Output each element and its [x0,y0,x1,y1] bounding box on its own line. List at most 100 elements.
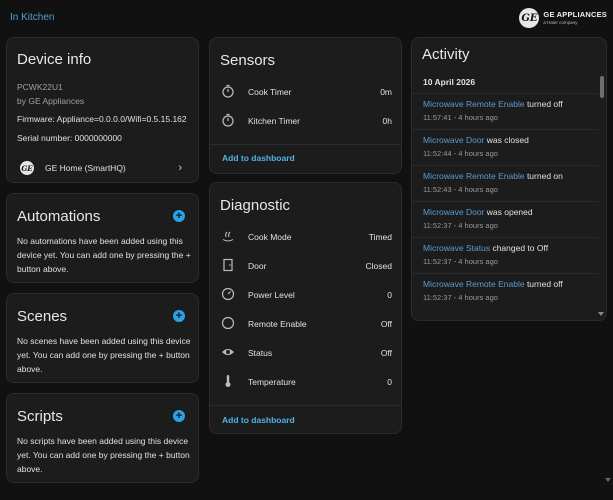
device-manufacturer: by GE Appliances [17,96,85,106]
cook-mode-icon [223,231,233,242]
brand-logo: GE GE APPLIANCES a Haier company [519,8,607,28]
device-serial: Serial number: 0000000000 [17,133,122,143]
diagnostic-value: 0 [387,290,392,300]
diagnostic-value: 0 [387,377,392,387]
integration-link[interactable]: GE GE Home (SmartHQ) › [7,154,198,182]
sensor-row-kitchen-timer[interactable]: Kitchen Timer 0h [210,107,401,135]
diagnostic-row-status[interactable]: Status Off [210,339,401,367]
timer-icon [222,84,234,98]
sensor-row-cook-timer[interactable]: Cook Timer 0m [210,78,401,106]
scenes-card: Scenes + No scenes have been added using… [6,293,199,383]
activity-time: 11:57:41 - 4 hours ago [423,113,498,122]
diagnostic-label: Power Level [248,290,295,300]
circle-icon [221,316,235,330]
activity-action: was opened [484,207,533,217]
door-icon [223,258,233,272]
diagnostic-row-door[interactable]: Door Closed [210,252,401,280]
chevron-right-icon: › [178,162,182,174]
activity-entity-link[interactable]: Microwave Remote Enable [423,279,525,289]
scenes-empty-text: No scenes have been added using this dev… [17,336,191,374]
sensors-title: Sensors [220,52,276,69]
integration-label: GE Home (SmartHQ) [45,163,126,173]
sensor-label: Kitchen Timer [248,116,300,126]
activity-entity-link[interactable]: Microwave Door [423,135,484,145]
activity-entity-link[interactable]: Microwave Remote Enable [423,171,525,181]
diagnostic-value: Closed [365,261,392,271]
diagnostic-title: Diagnostic [220,197,291,214]
diagnostic-label: Status [248,348,273,358]
activity-title: Activity [422,46,470,63]
activity-time: 11:52:37 - 4 hours ago [423,293,498,302]
scrollbar-thumb[interactable] [600,76,604,98]
device-info-title: Device info [17,51,92,68]
activity-item: Microwave Remote Enable turned off 11:52… [412,273,598,309]
activity-date: 10 April 2026 [423,77,476,87]
diagnostic-row-cook-mode[interactable]: Cook Mode Timed [210,223,401,251]
ge-logo-icon: GE [519,8,540,28]
ge-logo-icon: GE [20,161,34,175]
add-automation-button[interactable]: + [173,210,185,222]
device-model: PCWK22U1 [17,82,63,92]
activity-time: 11:52:44 - 4 hours ago [423,149,498,158]
device-firmware: Firmware: Appliance=0.0.0.0/Wifi=0.5.15.… [17,114,187,124]
diagnostic-label: Remote Enable [248,319,307,329]
activity-time: 11:52:37 - 4 hours ago [423,221,498,230]
scripts-card: Scripts + No scripts have been added usi… [6,393,199,483]
diagnostic-value: Off [380,348,392,358]
diagnostic-value: Off [380,319,392,329]
device-info-card: Device info PCWK22U1 by GE Appliances Fi… [6,37,199,183]
diagnostic-row-remote-enable[interactable]: Remote Enable Off [210,310,401,338]
diagnostic-row-power-level[interactable]: Power Level 0 [210,281,401,309]
automations-empty-text: No automations have been added using thi… [17,236,191,274]
diagnostic-card: Diagnostic Cook Mode Timed Door Closed P… [209,182,402,434]
sensors-card: Sensors Cook Timer 0m Kitchen Timer 0h A… [209,37,402,174]
scenes-title: Scenes [17,308,68,325]
sensors-add-to-dashboard-button[interactable]: Add to dashboard [222,153,295,163]
activity-item: Microwave Door was opened 11:52:37 - 4 h… [412,201,598,237]
scroll-down-arrow-icon[interactable] [598,312,604,316]
activity-time: 11:52:43 - 4 hours ago [423,185,498,194]
activity-time: 11:52:37 - 4 hours ago [423,257,498,266]
activity-entity-link[interactable]: Microwave Door [423,207,484,217]
scripts-title: Scripts [17,408,63,425]
eye-icon [222,349,234,355]
sensor-label: Cook Timer [248,87,292,97]
activity-action: changed to Off [490,243,549,253]
divider [210,144,401,145]
activity-action: turned off [524,279,563,289]
top-bar: In Kitchen GE GE APPLIANCES a Haier comp… [0,0,613,36]
activity-item: Microwave Remote Enable turned off 11:57… [412,93,598,129]
brand-subtitle: a Haier company [543,19,578,25]
activity-item: Microwave Remote Enable turned on 11:52:… [412,165,598,201]
diagnostic-value: Timed [368,232,392,242]
activity-entity-link[interactable]: Microwave Status [423,243,490,253]
add-script-button[interactable]: + [173,410,185,422]
sensor-value: 0h [382,116,392,126]
diagnostic-label: Cook Mode [248,232,292,242]
activity-list: Microwave Remote Enable turned off 11:57… [412,93,598,309]
scripts-empty-text: No scripts have been added using this de… [17,436,190,474]
gauge-icon [221,287,235,301]
divider [210,405,401,406]
sensor-value: 0m [380,87,392,97]
activity-entity-link[interactable]: Microwave Remote Enable [423,99,525,109]
diagnostic-label: Door [248,261,267,271]
activity-action: was closed [484,135,529,145]
automations-title: Automations [17,208,101,225]
activity-item: Microwave Status changed to Off 11:52:37… [412,237,598,273]
activity-action: turned off [524,99,563,109]
activity-action: turned on [524,171,563,181]
page-scroll-down-arrow-icon[interactable] [605,478,611,482]
activity-item: Microwave Door was closed 11:52:44 - 4 h… [412,129,598,165]
activity-card: Activity 10 April 2026 Microwave Remote … [411,37,607,321]
diagnostic-label: Temperature [248,377,296,387]
automations-card: Automations + No automations have been a… [6,193,199,283]
breadcrumb-area-link[interactable]: In Kitchen [10,12,54,23]
activity-scrollbar[interactable] [600,72,604,316]
add-scene-button[interactable]: + [173,310,185,322]
brand-name: GE APPLIANCES [543,10,607,19]
diagnostic-add-to-dashboard-button[interactable]: Add to dashboard [222,415,295,425]
diagnostic-row-temperature[interactable]: Temperature 0 [210,368,401,396]
thermometer-icon [225,375,231,387]
timer-icon [222,113,234,127]
